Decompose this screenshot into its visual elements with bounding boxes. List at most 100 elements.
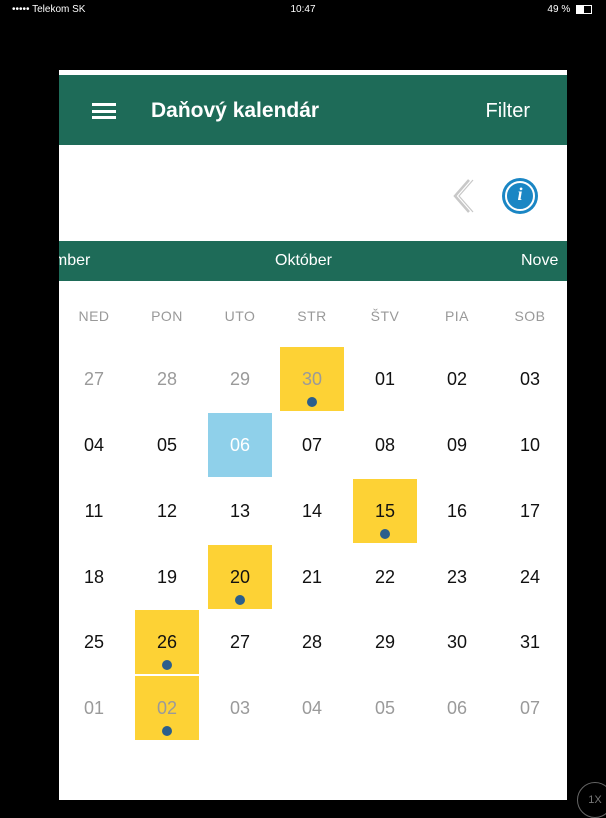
calendar-day[interactable]: 03 [498,347,562,411]
calendar-day[interactable]: 24 [498,545,562,609]
day-number: 24 [519,567,541,587]
calendar-day[interactable]: 05 [135,413,199,477]
day-number: 05 [156,435,178,455]
day-number: 03 [519,369,541,389]
calendar-day[interactable]: 13 [208,479,272,543]
calendar-day[interactable]: 07 [498,676,562,740]
day-number: 28 [156,369,178,389]
day-number: 12 [156,501,178,521]
day-number: 18 [83,567,105,587]
calendar-day[interactable]: 23 [425,545,489,609]
chevron-left-icon[interactable] [447,176,477,216]
calendar-day[interactable]: 06 [208,413,272,477]
day-number: 06 [446,698,468,718]
event-dot-icon [162,660,172,670]
filter-button[interactable]: Filter [486,100,530,123]
battery-status: 49 % [547,4,592,15]
calendar-day[interactable]: 28 [135,347,199,411]
weekday-label: UTO [224,308,256,324]
day-number: 27 [83,369,105,389]
event-dot-icon [307,397,317,407]
calendar-day[interactable]: 18 [62,545,126,609]
calendar-day[interactable]: 22 [353,545,417,609]
calendar-day[interactable]: 14 [280,479,344,543]
calendar-day[interactable]: 19 [135,545,199,609]
calendar-day[interactable]: 15 [353,479,417,543]
calendar-day[interactable]: 17 [498,479,562,543]
weekday-label: NED [78,308,110,324]
day-number: 14 [301,501,323,521]
day-number: 16 [446,501,468,521]
day-number: 05 [374,698,396,718]
calendar-day[interactable]: 20 [208,545,272,609]
month-prev[interactable]: ember [59,252,90,270]
calendar-day[interactable]: 28 [280,610,344,674]
day-number: 31 [519,632,541,652]
menu-icon[interactable] [92,103,116,119]
day-number: 07 [519,698,541,718]
calendar-day[interactable]: 26 [135,610,199,674]
calendar-day[interactable]: 11 [62,479,126,543]
calendar-day[interactable]: 29 [208,347,272,411]
day-number: 03 [229,698,251,718]
status-bar: ••••• Telekom SK 10:47 49 % [0,0,606,20]
calendar-day[interactable]: 03 [208,676,272,740]
day-number: 01 [374,369,396,389]
day-number: 19 [156,567,178,587]
day-number: 15 [374,501,396,521]
app-window: Daňový kalendár Filter i ember Október N… [59,70,567,800]
info-icon[interactable]: i [502,178,538,214]
day-number: 21 [301,567,323,587]
day-number: 29 [374,632,396,652]
day-number: 23 [446,567,468,587]
calendar-day[interactable]: 09 [425,413,489,477]
calendar-day[interactable]: 27 [208,610,272,674]
day-number: 27 [229,632,251,652]
day-number: 08 [374,435,396,455]
weekday-label: PIA [444,308,470,324]
calendar-day[interactable]: 01 [353,347,417,411]
calendar-day[interactable]: 31 [498,610,562,674]
calendar-day[interactable]: 27 [62,347,126,411]
battery-icon [576,4,592,14]
day-number: 17 [519,501,541,521]
calendar-day[interactable]: 04 [280,676,344,740]
calendar-day[interactable]: 08 [353,413,417,477]
clock: 10:47 [290,4,316,15]
calendar-day[interactable]: 05 [353,676,417,740]
day-number: 29 [229,369,251,389]
weekday-label: STR [297,308,327,324]
day-number: 04 [83,435,105,455]
calendar-day[interactable]: 30 [425,610,489,674]
day-number: 10 [519,435,541,455]
calendar-day[interactable]: 12 [135,479,199,543]
calendar-day[interactable]: 16 [425,479,489,543]
event-dot-icon [235,595,245,605]
day-number: 07 [301,435,323,455]
day-number: 28 [301,632,323,652]
calendar-day[interactable]: 02 [425,347,489,411]
day-number: 02 [156,698,178,718]
calendar-day[interactable]: 01 [62,676,126,740]
zoom-badge[interactable]: 1X [577,782,606,818]
calendar-day[interactable]: 29 [353,610,417,674]
day-number: 30 [446,632,468,652]
calendar-day[interactable]: 21 [280,545,344,609]
day-number: 09 [446,435,468,455]
calendar-day[interactable]: 04 [62,413,126,477]
calendar-day[interactable]: 30 [280,347,344,411]
calendar-day[interactable]: 02 [135,676,199,740]
day-number: 20 [229,567,251,587]
day-number: 11 [84,501,104,521]
weekday-label: SOB [514,308,546,324]
calendar-day[interactable]: 07 [280,413,344,477]
calendar-day[interactable]: 25 [62,610,126,674]
month-next[interactable]: Nove [521,252,558,270]
weekday-label: ŠTV [370,308,400,324]
month-strip: ember Október Nove [59,241,567,281]
calendar-day[interactable]: 10 [498,413,562,477]
calendar-day[interactable]: 06 [425,676,489,740]
day-number: 02 [446,369,468,389]
event-dot-icon [162,726,172,736]
day-number: 22 [374,567,396,587]
